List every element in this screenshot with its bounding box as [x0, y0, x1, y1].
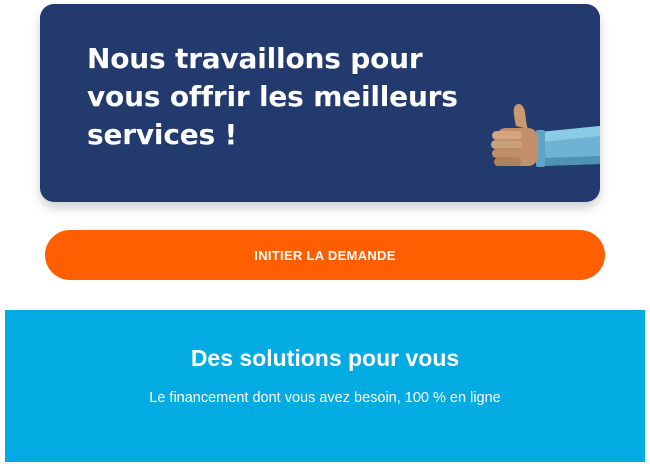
solutions-section: Des solutions pour vous Le financement d… [5, 310, 645, 462]
solutions-title: Des solutions pour vous [190, 345, 460, 371]
hero-card: Nous travaillons pour vous offrir les me… [40, 4, 600, 202]
solutions-subtitle: Le financement dont vous avez besoin, 10… [149, 390, 501, 406]
hero-title: Nous travaillons pour vous offrir les me… [87, 42, 458, 151]
page: Nous travaillons pour vous offrir les me… [0, 0, 650, 471]
initier-demande-button[interactable]: INITIER LA DEMANDE [45, 230, 605, 280]
thumbs-up-icon [491, 103, 600, 167]
